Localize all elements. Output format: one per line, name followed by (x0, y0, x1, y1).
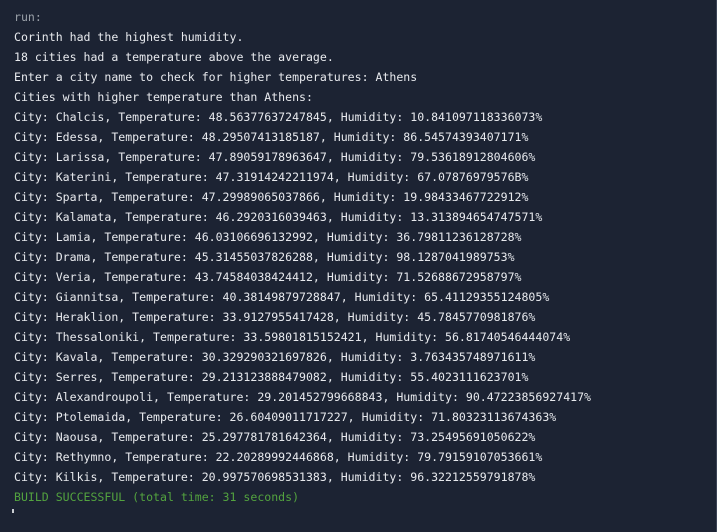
output-row-drama: City: Drama, Temperature: 45.31455037826… (14, 250, 515, 264)
output-console[interactable]: run: Corinth had the highest humidity. 1… (0, 0, 717, 532)
output-row-alexandroupoli: City: Alexandroupoli, Temperature: 29.20… (14, 390, 592, 404)
output-row-kalamata: City: Kalamata, Temperature: 46.29203160… (14, 210, 543, 224)
output-row-chalcis: City: Chalcis, Temperature: 48.563776372… (14, 110, 543, 124)
output-row-katerini: City: Katerini, Temperature: 47.31914242… (14, 170, 529, 184)
output-row-larissa: City: Larissa, Temperature: 47.890591789… (14, 150, 536, 164)
output-row-kilkis: City: Kilkis, Temperature: 20.9975706985… (14, 470, 536, 484)
output-row-thessaloniki: City: Thessaloniki, Temperature: 33.5980… (14, 330, 571, 344)
output-row-veria: City: Veria, Temperature: 43.74584038424… (14, 270, 522, 284)
build-status: BUILD SUCCESSFUL (total time: 31 seconds… (14, 490, 300, 504)
run-label: run: (14, 10, 42, 24)
results-header: Cities with higher temperature than Athe… (14, 90, 313, 104)
text-cursor (12, 509, 14, 513)
output-row-rethymno: City: Rethymno, Temperature: 22.20289992… (14, 450, 543, 464)
city-input-prompt: Enter a city name to check for higher te… (14, 70, 418, 84)
output-row-edessa: City: Edessa, Temperature: 48.2950741318… (14, 130, 529, 144)
output-row-lamia: City: Lamia, Temperature: 46.03106696132… (14, 230, 522, 244)
output-row-sparta: City: Sparta, Temperature: 47.2998906503… (14, 190, 529, 204)
output-row-heraklion: City: Heraklion, Temperature: 33.9127955… (14, 310, 536, 324)
output-row-kavala: City: Kavala, Temperature: 30.3292903216… (14, 350, 536, 364)
output-row-serres: City: Serres, Temperature: 29.2131238884… (14, 370, 529, 384)
output-row-naousa: City: Naousa, Temperature: 25.2977817816… (14, 430, 536, 444)
output-row-giannitsa: City: Giannitsa, Temperature: 40.3814987… (14, 290, 550, 304)
output-row-ptolemaida: City: Ptolemaida, Temperature: 26.604090… (14, 410, 557, 424)
output-line-highest-humidity: Corinth had the highest humidity. (14, 30, 244, 44)
output-line-above-average: 18 cities had a temperature above the av… (14, 50, 334, 64)
